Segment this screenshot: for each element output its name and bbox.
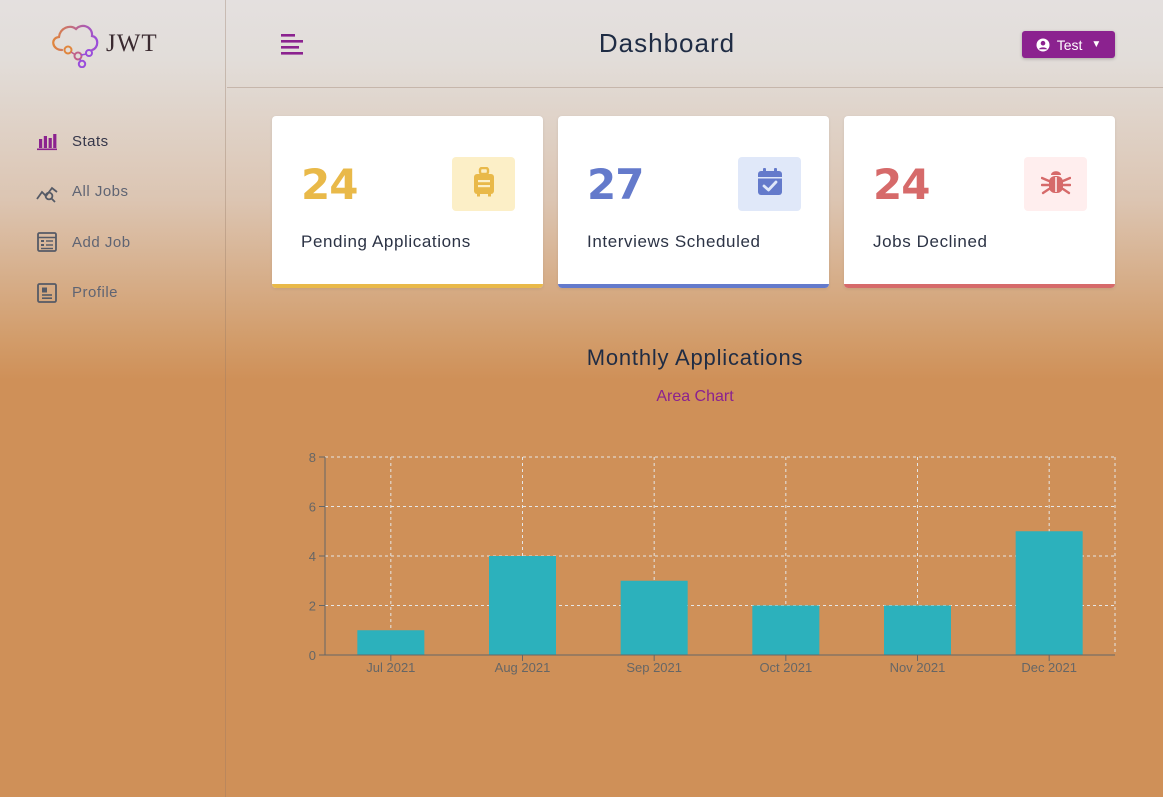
sidebar: JWT Stats All Jobs Add Job Profile — [0, 0, 226, 797]
stat-icon-box — [738, 157, 801, 211]
sidebar-nav: Stats All Jobs Add Job Profile — [36, 128, 131, 330]
bug-icon — [1040, 168, 1071, 201]
sidebar-item-all-jobs[interactable]: All Jobs — [36, 179, 131, 205]
chart-bar — [752, 605, 820, 655]
chart-bar — [489, 556, 556, 655]
logo[interactable]: JWT — [48, 20, 168, 70]
y-tick-label: 8 — [309, 450, 316, 465]
x-tick-label: Nov 2021 — [890, 660, 946, 675]
x-tick-label: Oct 2021 — [759, 660, 812, 675]
caret-down-icon: ▼ — [1091, 39, 1102, 50]
sidebar-item-profile[interactable]: Profile — [36, 280, 131, 306]
cloud-network-icon — [52, 24, 99, 68]
stat-card-pending: 24 Pending Applications — [272, 116, 543, 288]
stat-icon-box — [1024, 157, 1087, 211]
stat-count: 24 — [301, 160, 358, 209]
sidebar-item-label: All Jobs — [72, 183, 129, 200]
stat-card-interviews: 27 Interviews Scheduled — [558, 116, 829, 288]
chart-bar — [1015, 531, 1083, 655]
stat-accent-bar — [558, 284, 829, 288]
id-card-icon — [36, 282, 58, 304]
x-tick-label: Sep 2021 — [626, 660, 682, 675]
y-tick-label: 0 — [309, 648, 316, 663]
stat-label: Interviews Scheduled — [587, 232, 761, 251]
stat-count: 27 — [587, 160, 644, 209]
stat-label: Pending Applications — [301, 232, 471, 251]
stat-label: Jobs Declined — [873, 232, 988, 251]
y-tick-label: 4 — [309, 549, 316, 564]
chart-bar — [884, 605, 951, 655]
stat-icon-box — [452, 157, 515, 211]
chart-type-toggle: Area Chart — [227, 388, 1163, 406]
x-tick-label: Jul 2021 — [366, 660, 415, 675]
stat-count: 24 — [873, 160, 930, 209]
stat-accent-bar — [844, 284, 1115, 288]
chart-bar — [357, 630, 425, 655]
sidebar-item-label: Add Job — [72, 233, 131, 251]
user-menu-button[interactable]: Test ▼ — [1022, 31, 1115, 58]
stat-accent-bar — [272, 284, 543, 288]
bar-chart-icon — [36, 130, 58, 152]
sidebar-item-label: Profile — [72, 284, 119, 301]
logo-text: JWT — [106, 30, 158, 57]
y-tick-label: 2 — [309, 599, 316, 614]
chart-type-toggle-button[interactable]: Area Chart — [656, 388, 733, 405]
query-stats-icon — [36, 181, 58, 203]
chart-bar — [620, 580, 688, 655]
chart-title: Monthly Applications — [586, 345, 804, 370]
sidebar-item-label: Stats — [72, 132, 109, 150]
page-title: Dashboard — [598, 28, 736, 58]
monthly-applications-chart: 0 2 4 6 8 Jul 2021 Aug 2021 Sep 2021 Oct 2021 Nov… — [309, 450, 1116, 675]
form-icon — [36, 231, 58, 253]
sidebar-item-stats[interactable]: Stats — [36, 128, 131, 154]
x-tick-label: Aug 2021 — [495, 660, 551, 675]
x-tick-label: Dec 2021 — [1021, 660, 1077, 675]
suitcase-icon — [472, 166, 496, 202]
y-tick-label: 6 — [309, 500, 316, 515]
user-name: Test — [1056, 36, 1083, 53]
calendar-check-icon — [757, 167, 783, 201]
user-circle-icon — [1036, 38, 1050, 52]
top-navbar: Dashboard Test ▼ — [227, 0, 1163, 88]
sidebar-item-add-job[interactable]: Add Job — [36, 229, 131, 255]
stat-card-declined: 24 Jobs Declined — [844, 116, 1115, 288]
